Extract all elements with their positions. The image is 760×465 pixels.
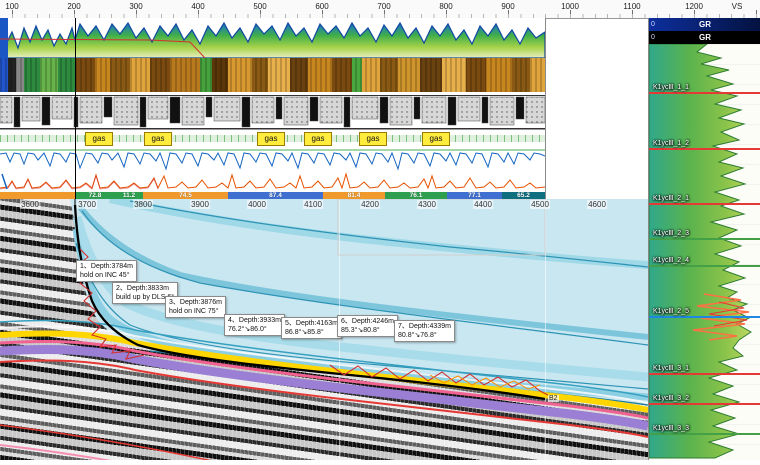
well-log-tracks[interactable]: gas gas gas gas gas gas 72.8 11.2 74.5 8… xyxy=(0,18,546,199)
gr-panel-header-2: 0 GR xyxy=(649,31,760,44)
annotation-3: 3、Depth:3876mhold on INC 75° xyxy=(165,296,226,318)
gas-label: gas xyxy=(422,132,450,146)
orange-curve xyxy=(0,172,545,192)
segment: 81.4 xyxy=(323,192,385,199)
segment: 87.4 xyxy=(228,192,323,199)
segment: 72.8 xyxy=(75,192,115,199)
depth-label: 3700 xyxy=(77,200,97,209)
gr-reference-panel[interactable]: 0 GR 0 GR K1ycⅢ_1_1 K1ycⅢ_1_2 K1 xyxy=(648,18,760,460)
gr-curve-area[interactable]: K1ycⅢ_1_1 K1ycⅢ_1_2 K1ycⅢ_2_1 K1ycⅢ_2_3 … xyxy=(649,44,760,460)
ruler-label: 900 xyxy=(501,2,514,11)
gas-label: gas xyxy=(144,132,172,146)
annotation-5: 5、Depth:4163m86.8°↘85.8° xyxy=(281,317,342,339)
depth-label: 4500 xyxy=(530,200,550,209)
blue-curve-track xyxy=(0,148,545,172)
ruler-label: 300 xyxy=(129,2,142,11)
gr-header-title: GR xyxy=(699,20,711,29)
gas-label: gas xyxy=(257,132,285,146)
formation-top: K1ycⅢ_1_2 xyxy=(649,148,760,150)
formation-top: K1ycⅢ_3_2 xyxy=(649,403,760,405)
wellhead-vertical-line xyxy=(75,18,76,199)
gr-curve-track xyxy=(0,18,545,58)
horizontal-scale-ruler: 100 200 300 400 500 600 700 800 900 1000… xyxy=(0,0,760,19)
formation-top: K1ycⅢ_3_3 xyxy=(649,433,760,435)
formation-top: K1ycⅢ_2_3 xyxy=(649,238,760,240)
depth-label: 4100 xyxy=(303,200,323,209)
blue-curve xyxy=(0,148,545,172)
segment: 76.1 xyxy=(385,192,447,199)
ruler-label: 100 xyxy=(5,2,18,11)
annotation-7: 7、Depth:4339m80.8°↘76.8° xyxy=(394,320,455,342)
gr-curve xyxy=(0,18,545,58)
depth-label: 3900 xyxy=(190,200,210,209)
trajectory-end-label: B2 xyxy=(548,395,559,402)
formation-top: K1ycⅢ_2_5 xyxy=(649,316,760,318)
ruler-label: 500 xyxy=(253,2,266,11)
segment: 65.2 xyxy=(502,192,545,199)
gas-label: gas xyxy=(359,132,387,146)
depth-label: 4000 xyxy=(247,200,267,209)
depth-label: 3600 xyxy=(20,200,40,209)
ruler-label: 1100 xyxy=(623,2,640,11)
ruler-label: 400 xyxy=(191,2,204,11)
segment: 77.1 xyxy=(447,192,502,199)
depth-label: 4300 xyxy=(417,200,437,209)
ruler-label: 1200 xyxy=(685,2,703,11)
annotation-6: 6、Depth:4246m85.3°↘80.8° xyxy=(337,315,398,337)
orange-curve-track xyxy=(0,172,545,192)
app-root: { "ruler": { "labels": ["100","200","300… xyxy=(0,0,760,460)
ruler-label: 1000 xyxy=(561,2,579,11)
formation-top: K1ycⅢ_1_1 xyxy=(649,92,760,94)
annotation-4: 4、Depth:3933m76.2°↘86.0° xyxy=(224,314,285,336)
segment: 74.5 xyxy=(143,192,228,199)
gr-header-title: GR xyxy=(699,33,711,42)
segment: 11.2 xyxy=(115,192,143,199)
segment-value-bar: 72.8 11.2 74.5 87.4 81.4 76.1 77.1 65.2 xyxy=(0,192,545,199)
gas-show-track: gas gas gas gas gas gas xyxy=(0,131,545,148)
gr-scale-min: 0 xyxy=(651,34,655,41)
gas-label: gas xyxy=(85,132,113,146)
ruler-label: 700 xyxy=(377,2,390,11)
segment xyxy=(0,192,75,199)
lithology-track xyxy=(0,95,545,131)
gr-panel-header-1: 0 GR xyxy=(649,18,760,31)
ruler-label: 200 xyxy=(67,2,80,11)
gas-label: gas xyxy=(304,132,332,146)
depth-label: 4200 xyxy=(360,200,380,209)
formation-top: K1ycⅢ_2_1 xyxy=(649,203,760,205)
ruler-label: 600 xyxy=(315,2,328,11)
depth-label: 3800 xyxy=(133,200,153,209)
lithology-column xyxy=(0,95,545,131)
ruler-vs-label: VS xyxy=(732,2,743,11)
ruler-label: 800 xyxy=(439,2,452,11)
gr-scale-min: 0 xyxy=(651,21,655,28)
annotation-1: 1、Depth:3784mhold on INC 45° xyxy=(76,260,137,282)
color-density-strip xyxy=(0,58,545,92)
seismic-section[interactable]: 3600 3700 3800 3900 4000 4100 4200 4300 … xyxy=(0,199,648,460)
formation-top: K1ycⅢ_3_1 xyxy=(649,373,760,375)
depth-label: 4600 xyxy=(587,200,607,209)
depth-label: 4400 xyxy=(473,200,493,209)
formation-top: K1ycⅢ_2_4 xyxy=(649,265,760,267)
